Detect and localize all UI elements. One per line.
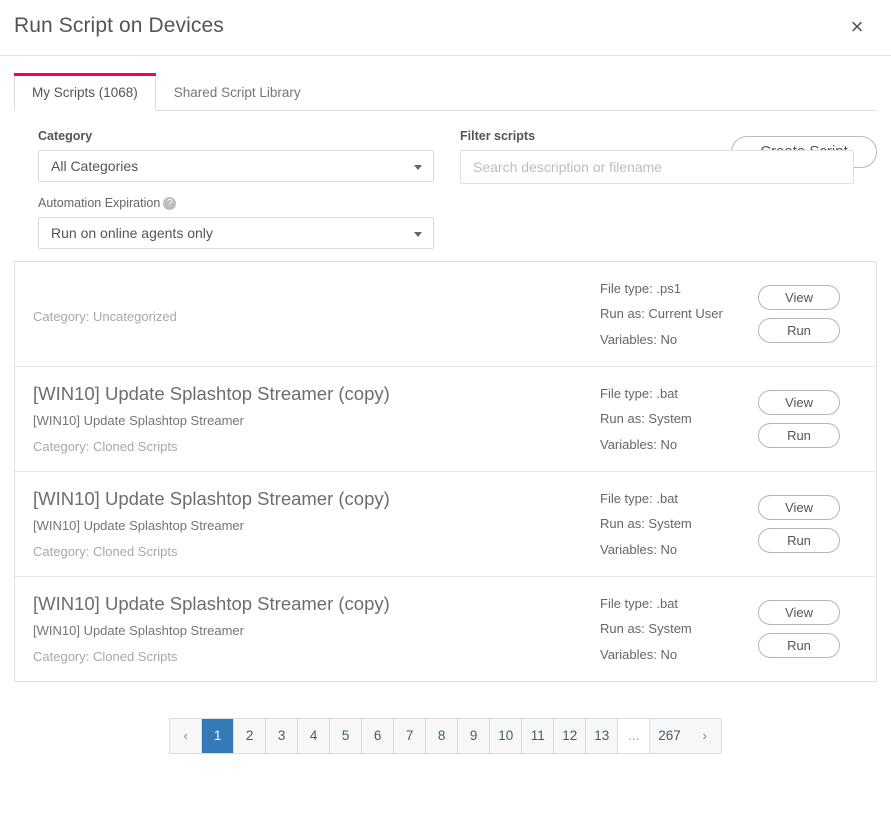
- script-meta: File type: .bat Run as: System Variables…: [600, 591, 760, 667]
- page-title: Run Script on Devices: [14, 14, 224, 37]
- script-file-type: File type: .bat: [600, 491, 679, 507]
- script-title: [WIN10] Update Splashtop Streamer (copy): [33, 593, 390, 615]
- tab-strip: My Scripts (1068) Shared Script Library: [14, 73, 877, 111]
- filter-column-left: Category All Categories Automation Expir…: [38, 129, 434, 249]
- modal-header: Run Script on Devices ×: [0, 0, 891, 56]
- script-meta: File type: .bat Run as: System Variables…: [600, 486, 760, 562]
- tab-my-scripts[interactable]: My Scripts (1068): [14, 73, 156, 111]
- script-meta: File type: .ps1 Run as: Current User Var…: [600, 276, 760, 352]
- automation-expiration-select-value: Run on online agents only: [51, 225, 213, 241]
- automation-expiration-label-text: Automation Expiration: [38, 196, 161, 210]
- close-icon[interactable]: ×: [843, 13, 871, 41]
- script-category: Category: Uncategorized: [33, 309, 177, 325]
- run-button[interactable]: Run: [758, 633, 840, 659]
- script-info: [WIN10] Update Splashtop Streamer (copy)…: [31, 487, 600, 560]
- script-run-as: Run as: System: [600, 621, 692, 637]
- category-select[interactable]: All Categories: [38, 150, 434, 182]
- script-row[interactable]: [WIN10] Update Splashtop Streamer (copy)…: [15, 472, 876, 578]
- script-info: [WIN10] Update Splashtop Streamer (copy)…: [31, 592, 600, 665]
- script-row[interactable]: [WIN10] Update Splashtop Streamer (copy)…: [15, 367, 876, 473]
- script-info: Category: Uncategorized: [31, 301, 600, 326]
- chevron-down-icon: [414, 232, 422, 237]
- help-icon[interactable]: ?: [163, 197, 177, 210]
- view-button[interactable]: View: [758, 285, 840, 311]
- script-list: Category: Uncategorized File type: .ps1 …: [14, 261, 877, 683]
- script-variables: Variables: No: [600, 331, 678, 347]
- chevron-down-icon: [414, 165, 422, 170]
- script-variables: Variables: No: [600, 646, 678, 662]
- category-select-value: All Categories: [51, 158, 139, 174]
- script-run-as: Run as: System: [600, 411, 692, 427]
- script-meta: File type: .bat Run as: System Variables…: [600, 381, 760, 457]
- filter-panel: Create Script Category All Categories Au…: [14, 111, 877, 261]
- pagination-prev[interactable]: ‹: [170, 719, 203, 754]
- pagination-ellipsis: ...: [618, 719, 651, 754]
- pagination-wrapper: ‹ 1 2 3 4 5 6 7 8 9 10 11 12 13... 267 ›: [0, 718, 891, 755]
- script-file-type: File type: .bat: [600, 386, 679, 402]
- category-label: Category: [38, 129, 93, 143]
- script-actions: View Run: [758, 390, 860, 449]
- pagination-page-4[interactable]: 4: [298, 719, 331, 754]
- view-button[interactable]: View: [758, 390, 840, 416]
- pagination-page-13[interactable]: 13: [586, 719, 619, 754]
- tab-shared-script-library[interactable]: Shared Script Library: [156, 73, 319, 111]
- run-button[interactable]: Run: [758, 528, 840, 554]
- filter-column-right: Filter scripts: [460, 129, 854, 184]
- tab-shared-script-library-label: Shared Script Library: [173, 85, 301, 100]
- pagination-page-1[interactable]: 1: [202, 719, 235, 754]
- script-row[interactable]: Category: Uncategorized File type: .ps1 …: [15, 262, 876, 368]
- script-category: Category: Cloned Scripts: [33, 543, 178, 559]
- filter-scripts-label: Filter scripts: [460, 129, 536, 143]
- pagination-page-12[interactable]: 12: [554, 719, 587, 754]
- script-info: [WIN10] Update Splashtop Streamer (copy)…: [31, 382, 600, 455]
- script-category: Category: Cloned Scripts: [33, 438, 178, 454]
- script-file-type: File type: .ps1: [600, 281, 681, 296]
- script-actions: View Run: [758, 285, 860, 344]
- pagination-page-5[interactable]: 5: [330, 719, 363, 754]
- pagination-page-267[interactable]: 267: [650, 719, 689, 754]
- script-variables: Variables: No: [600, 436, 678, 452]
- pagination-page-7[interactable]: 7: [394, 719, 427, 754]
- automation-expiration-select[interactable]: Run on online agents only: [38, 217, 434, 249]
- script-run-as: Run as: System: [600, 516, 692, 532]
- script-actions: View Run: [758, 495, 860, 554]
- script-actions: View Run: [758, 600, 860, 659]
- pagination: ‹ 1 2 3 4 5 6 7 8 9 10 11 12 13... 267 ›: [169, 718, 722, 755]
- pagination-page-3[interactable]: 3: [266, 719, 299, 754]
- tab-my-scripts-label: My Scripts (1068): [32, 85, 138, 100]
- pagination-page-11[interactable]: 11: [522, 719, 555, 754]
- view-button[interactable]: View: [758, 600, 840, 626]
- script-row[interactable]: [WIN10] Update Splashtop Streamer (copy)…: [15, 577, 876, 681]
- pagination-page-6[interactable]: 6: [362, 719, 395, 754]
- pagination-page-9[interactable]: 9: [458, 719, 491, 754]
- script-description: [WIN10] Update Splashtop Streamer: [33, 623, 244, 639]
- pagination-next[interactable]: ›: [688, 719, 721, 754]
- script-description: [WIN10] Update Splashtop Streamer: [33, 518, 244, 534]
- script-title: [WIN10] Update Splashtop Streamer (copy): [33, 383, 390, 405]
- script-title: [WIN10] Update Splashtop Streamer (copy): [33, 488, 390, 510]
- automation-expiration-label: Automation Expiration?: [38, 196, 434, 210]
- view-button[interactable]: View: [758, 495, 840, 521]
- script-description: [WIN10] Update Splashtop Streamer: [33, 413, 244, 429]
- run-button[interactable]: Run: [758, 318, 840, 344]
- pagination-page-2[interactable]: 2: [234, 719, 267, 754]
- script-variables: Variables: No: [600, 541, 678, 557]
- script-run-as: Run as: Current User: [600, 306, 723, 322]
- script-file-type: File type: .bat: [600, 596, 679, 612]
- script-category: Category: Cloned Scripts: [33, 648, 178, 664]
- run-button[interactable]: Run: [758, 423, 840, 449]
- pagination-page-8[interactable]: 8: [426, 719, 459, 754]
- pagination-page-10[interactable]: 10: [490, 719, 523, 754]
- search-input[interactable]: [460, 150, 854, 184]
